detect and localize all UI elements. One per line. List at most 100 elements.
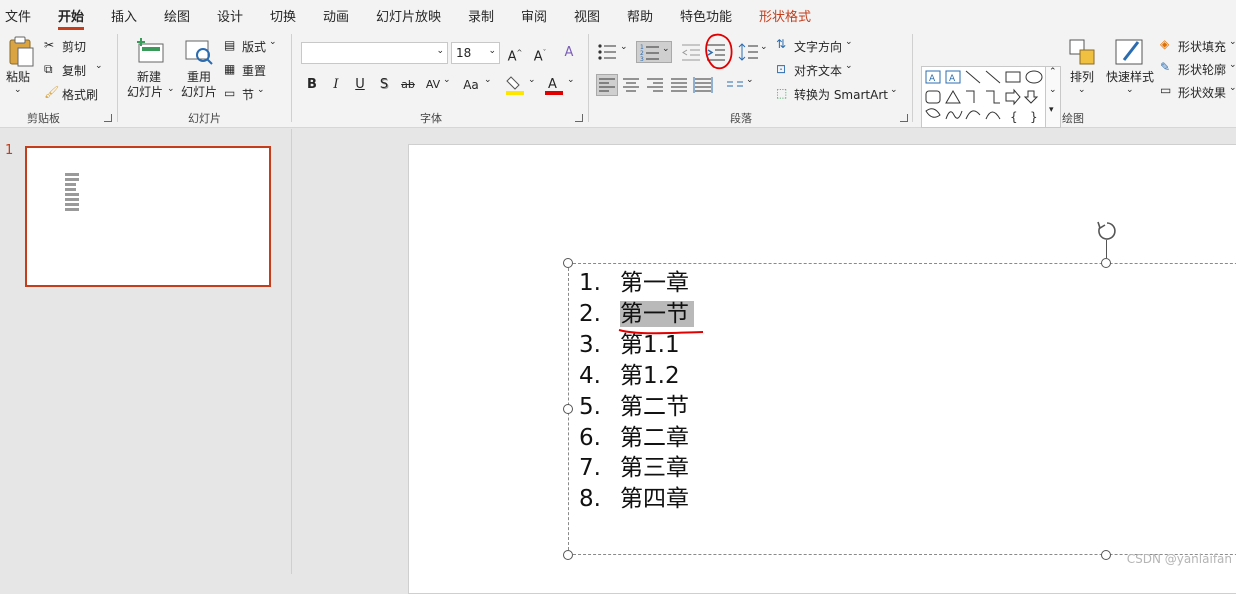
- copy-icon[interactable]: ⧉: [44, 62, 53, 77]
- resize-handle-top[interactable]: [1101, 258, 1111, 268]
- tab-file[interactable]: 文件: [5, 6, 31, 25]
- arrange-icon[interactable]: [1068, 38, 1098, 68]
- new-slide-dropdown-chevron-icon[interactable]: ⌄: [167, 84, 175, 94]
- font-size-combobox[interactable]: 18 ⌄: [451, 42, 500, 64]
- cut-button[interactable]: 剪切: [62, 38, 86, 55]
- quick-styles-button[interactable]: 快速样式: [1106, 70, 1154, 85]
- shapes-gallery-scroll[interactable]: ⌃ ⌄ ▾: [1045, 66, 1061, 128]
- text-shadow-button[interactable]: S: [373, 74, 395, 96]
- tab-record[interactable]: 录制: [468, 6, 494, 25]
- paste-dropdown-chevron-icon[interactable]: ⌄: [14, 85, 22, 95]
- layout-icon[interactable]: ▤: [224, 38, 235, 52]
- shape-outline-button[interactable]: 形状轮廓: [1178, 61, 1226, 78]
- new-slide-label-line2[interactable]: 幻灯片: [127, 85, 163, 100]
- align-text-button[interactable]: 对齐文本: [794, 62, 842, 79]
- resize-handle-bottom-left[interactable]: [563, 550, 573, 560]
- list-item[interactable]: 8. 第四章: [579, 484, 689, 514]
- line-spacing-dropdown-chevron-icon[interactable]: ⌄: [760, 42, 768, 52]
- increase-font-size-icon[interactable]: A^: [504, 42, 526, 64]
- change-case-button[interactable]: Aa: [460, 74, 482, 96]
- quick-styles-icon[interactable]: [1114, 36, 1146, 68]
- bullets-icon[interactable]: [596, 41, 618, 63]
- list-item[interactable]: 4. 第1.2: [579, 361, 680, 391]
- numbering-button[interactable]: 123 ⌄: [636, 41, 672, 63]
- reset-icon[interactable]: ▦: [224, 62, 235, 76]
- copy-button[interactable]: 复制: [62, 62, 86, 79]
- shape-effects-button[interactable]: 形状效果: [1178, 84, 1226, 101]
- tab-transitions[interactable]: 切换: [270, 6, 296, 25]
- shape-effects-icon[interactable]: ▭: [1160, 83, 1171, 97]
- align-center-icon[interactable]: [620, 74, 642, 96]
- layout-button[interactable]: 版式: [242, 38, 266, 55]
- distributed-icon[interactable]: [692, 74, 714, 96]
- reset-button[interactable]: 重置: [242, 62, 266, 79]
- clear-formatting-icon[interactable]: A: [558, 42, 580, 64]
- shape-fill-icon[interactable]: ◈: [1160, 37, 1169, 51]
- tab-draw[interactable]: 绘图: [164, 6, 190, 25]
- strikethrough-button[interactable]: ab: [397, 74, 419, 96]
- font-color-dropdown-chevron-icon[interactable]: ⌄: [567, 75, 575, 85]
- numbering-dropdown-chevron-icon[interactable]: ⌄: [662, 44, 670, 54]
- text-direction-button[interactable]: 文字方向: [794, 38, 842, 55]
- highlight-dropdown-chevron-icon[interactable]: ⌄: [528, 75, 536, 85]
- italic-button[interactable]: I: [325, 74, 347, 96]
- reuse-slides-icon[interactable]: [185, 38, 213, 66]
- tab-view[interactable]: 视图: [574, 6, 600, 25]
- highlight-color-icon[interactable]: [505, 74, 525, 96]
- font-color-icon[interactable]: A: [544, 74, 564, 96]
- shapes-gallery[interactable]: A A {}: [921, 66, 1061, 128]
- section-icon[interactable]: ▭: [224, 86, 235, 100]
- tab-home[interactable]: 开始: [58, 6, 85, 30]
- columns-icon[interactable]: [724, 74, 746, 96]
- new-slide-icon[interactable]: [137, 38, 165, 64]
- format-painter-button[interactable]: 格式刷: [62, 86, 98, 103]
- layout-dropdown-chevron-icon[interactable]: ⌄: [269, 37, 277, 47]
- list-item[interactable]: 7. 第三章: [579, 453, 689, 483]
- font-launcher-icon[interactable]: [575, 114, 583, 122]
- convert-to-smartart-button[interactable]: 转换为 SmartArt: [794, 86, 888, 103]
- resize-handle-top-left[interactable]: [563, 258, 573, 268]
- align-text-dropdown-chevron-icon[interactable]: ⌄: [845, 61, 853, 71]
- tab-design[interactable]: 设计: [217, 6, 243, 25]
- tab-shape-format[interactable]: 形状格式: [759, 6, 811, 25]
- decrease-font-size-icon[interactable]: Aˇ: [529, 42, 551, 64]
- shape-fill-dropdown-chevron-icon[interactable]: ⌄: [1229, 37, 1236, 47]
- change-case-dropdown-chevron-icon[interactable]: ⌄: [484, 75, 492, 85]
- arrange-button[interactable]: 排列: [1070, 70, 1094, 85]
- arrange-dropdown-chevron-icon[interactable]: ⌄: [1078, 85, 1086, 95]
- tab-help[interactable]: 帮助: [627, 6, 653, 25]
- new-slide-label-line1[interactable]: 新建: [137, 70, 161, 85]
- slide-canvas[interactable]: 1. 第一章 2. 第一节 3. 第1.1 4. 第1.2 5. 第二节 6. 第二章 7.…: [408, 144, 1236, 594]
- columns-dropdown-chevron-icon[interactable]: ⌄: [746, 75, 754, 85]
- bold-button[interactable]: B: [301, 74, 323, 96]
- tab-review[interactable]: 审阅: [521, 6, 547, 25]
- section-button[interactable]: 节: [242, 86, 254, 103]
- list-item[interactable]: 5. 第二节: [579, 392, 689, 422]
- paragraph-launcher-icon[interactable]: [900, 114, 908, 122]
- gallery-more-icon[interactable]: ▾: [1049, 105, 1054, 115]
- tab-animations[interactable]: 动画: [323, 6, 349, 25]
- gallery-scroll-down-icon[interactable]: ⌄: [1049, 85, 1057, 95]
- font-size-dropdown-chevron-icon[interactable]: ⌄: [488, 46, 496, 56]
- tab-special-features[interactable]: 特色功能: [680, 6, 732, 25]
- list-item[interactable]: 1. 第一章: [579, 268, 689, 298]
- font-name-dropdown-chevron-icon[interactable]: ⌄: [436, 46, 444, 56]
- resize-handle-left[interactable]: [563, 404, 573, 414]
- tab-slideshow[interactable]: 幻灯片放映: [376, 6, 441, 25]
- font-name-combobox[interactable]: ⌄: [301, 42, 448, 64]
- paste-button-label[interactable]: 粘贴: [6, 70, 30, 85]
- cut-icon[interactable]: ✂: [44, 38, 54, 52]
- shape-outline-icon[interactable]: ✎: [1160, 60, 1170, 74]
- justify-icon[interactable]: [668, 74, 690, 96]
- bullets-dropdown-chevron-icon[interactable]: ⌄: [620, 42, 628, 52]
- reuse-slides-label-line1[interactable]: 重用: [187, 70, 211, 85]
- list-item[interactable]: 6. 第二章: [579, 423, 689, 453]
- format-painter-icon[interactable]: 🖌: [44, 85, 59, 99]
- slide-thumbnail[interactable]: [25, 146, 271, 287]
- copy-dropdown-chevron-icon[interactable]: ⌄: [95, 61, 103, 71]
- character-spacing-dropdown-chevron-icon[interactable]: ⌄: [443, 75, 451, 85]
- align-left-icon[interactable]: [596, 74, 618, 96]
- paste-icon[interactable]: [7, 36, 35, 68]
- shape-effects-dropdown-chevron-icon[interactable]: ⌄: [1229, 83, 1236, 93]
- smartart-dropdown-chevron-icon[interactable]: ⌄: [890, 85, 898, 95]
